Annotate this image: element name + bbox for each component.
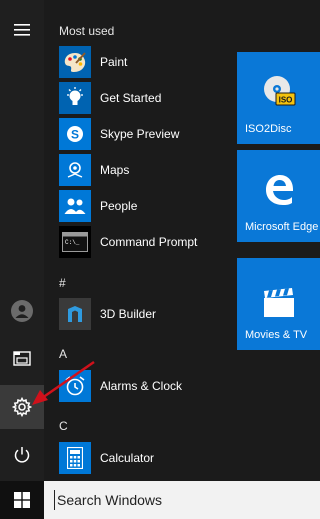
app-list-item-3d-builder[interactable]: 3D Builder xyxy=(59,297,231,331)
app-label: Alarms & Clock xyxy=(100,379,183,393)
app-list-item-calculator[interactable]: Calculator xyxy=(59,441,231,475)
maps-icon xyxy=(59,154,91,186)
tile-label: Movies & TV xyxy=(245,329,308,341)
clapperboard-icon xyxy=(237,288,320,318)
app-label: 3D Builder xyxy=(100,307,157,321)
power-icon[interactable] xyxy=(0,433,44,477)
app-list-item-people[interactable]: People xyxy=(59,189,231,223)
tile-label: ISO2Disc xyxy=(245,123,292,135)
app-label: Paint xyxy=(100,55,128,69)
search-windows-box[interactable]: Search Windows xyxy=(44,481,320,519)
search-windows-text: Search Windows xyxy=(57,492,163,508)
section-letter-c[interactable]: C xyxy=(59,419,68,433)
edge-icon xyxy=(237,172,320,206)
app-list-item-command-prompt[interactable]: C:\_ Command Prompt xyxy=(59,225,231,259)
text-caret xyxy=(54,490,55,510)
paint-palette-icon xyxy=(59,46,91,78)
user-avatar-icon[interactable] xyxy=(0,289,44,333)
app-label: Calculator xyxy=(100,451,155,465)
app-label: Get Started xyxy=(100,91,162,105)
red-pointer-arrow xyxy=(32,360,95,405)
3d-builder-icon xyxy=(59,298,91,330)
tile-microsoft-edge[interactable]: Microsoft Edge xyxy=(237,150,320,242)
app-label: Skype Preview xyxy=(100,127,180,141)
app-list-item-skype-preview[interactable]: S Skype Preview xyxy=(59,117,231,151)
app-label: People xyxy=(100,199,138,213)
most-used-heading: Most used xyxy=(59,24,115,38)
tile-label: Microsoft Edge xyxy=(245,221,319,233)
windows-start-icon[interactable] xyxy=(0,481,44,519)
hamburger-menu-icon[interactable] xyxy=(0,8,44,52)
app-list-item-get-started[interactable]: Get Started xyxy=(59,81,231,115)
app-list-item-maps[interactable]: Maps xyxy=(59,153,231,187)
section-letter-a[interactable]: A xyxy=(59,347,67,361)
svg-text:ISO: ISO xyxy=(278,96,292,105)
disc-iso-icon: ISO xyxy=(237,74,320,108)
section-letter-hash[interactable]: # xyxy=(59,276,66,290)
people-icon xyxy=(59,190,91,222)
taskbar: Search Windows xyxy=(0,481,320,519)
tile-iso2disc[interactable]: ISO ISO2Disc xyxy=(237,52,320,144)
lightbulb-icon xyxy=(59,82,91,114)
calculator-icon xyxy=(59,442,91,474)
app-list-item-paint[interactable]: Paint xyxy=(59,45,231,79)
tile-movies-tv[interactable]: Movies & TV xyxy=(237,258,320,350)
svg-text:C:\_: C:\_ xyxy=(65,239,80,246)
command-prompt-icon: C:\_ xyxy=(59,226,91,258)
svg-text:S: S xyxy=(71,128,79,142)
app-label: Command Prompt xyxy=(100,235,198,249)
skype-icon: S xyxy=(59,118,91,150)
app-label: Maps xyxy=(100,163,130,177)
